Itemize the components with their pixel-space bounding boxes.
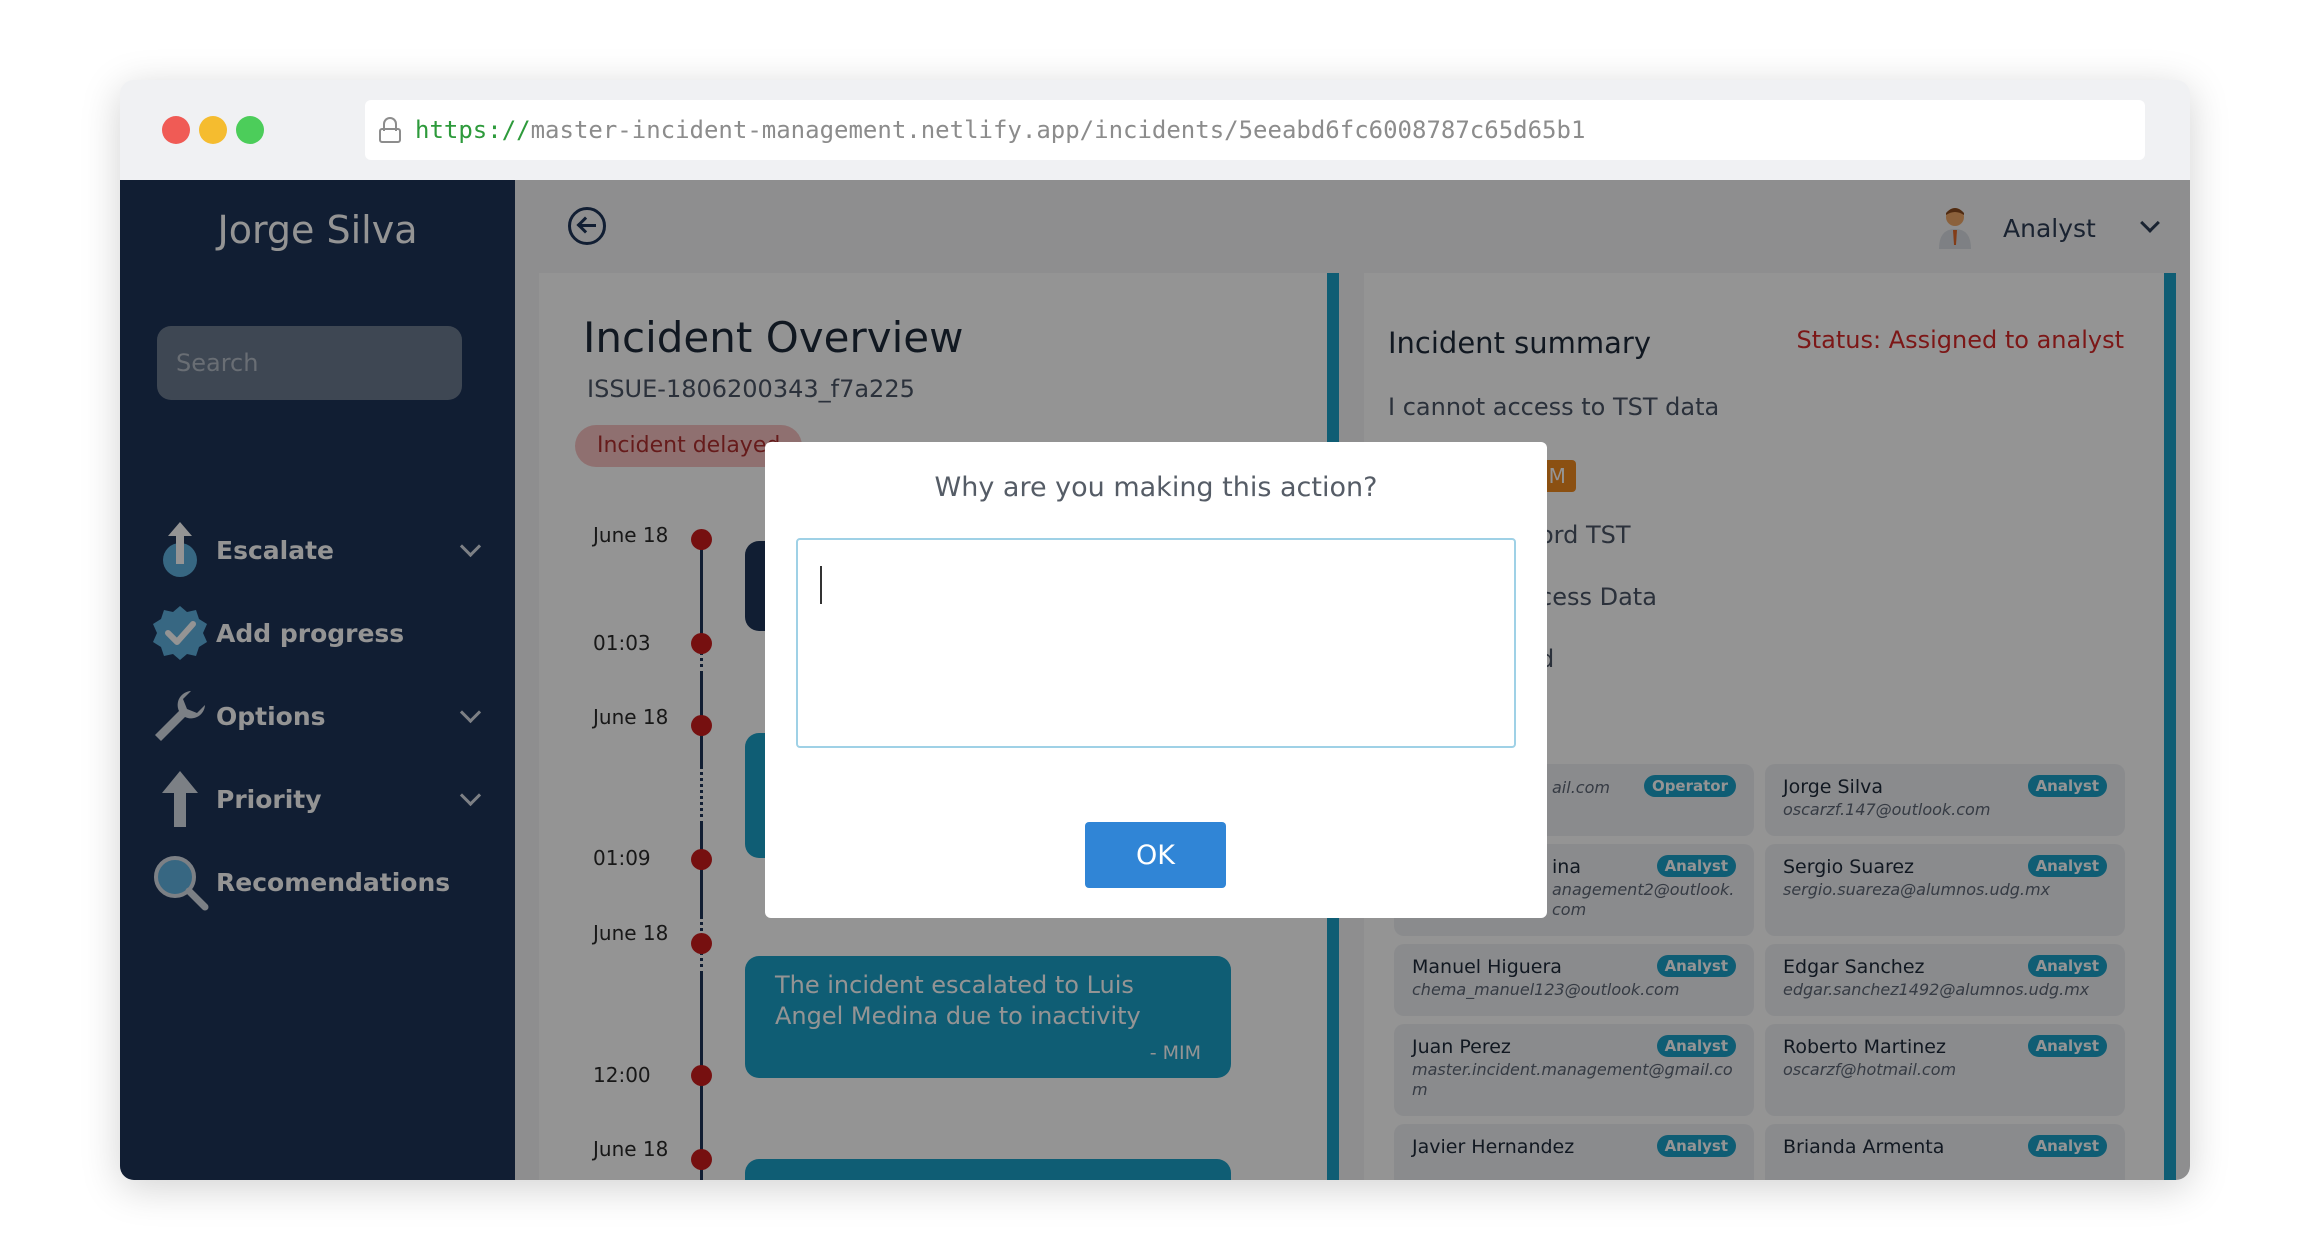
browser-window: https://master-incident-management.netli… [120, 80, 2190, 1180]
lock-icon [379, 117, 401, 143]
dialog-question: Why are you making this action? [934, 472, 1378, 503]
minimize-window-button[interactable] [199, 116, 227, 144]
reason-textarea[interactable] [796, 538, 1516, 748]
ok-button[interactable]: OK [1085, 822, 1226, 888]
close-window-button[interactable] [162, 116, 190, 144]
url-scheme: https:// [415, 116, 531, 144]
text-cursor [820, 566, 822, 604]
address-bar[interactable]: https://master-incident-management.netli… [365, 100, 2145, 160]
reason-dialog: Why are you making this action? OK [765, 442, 1547, 918]
maximize-window-button[interactable] [236, 116, 264, 144]
url-text: https://master-incident-management.netli… [415, 116, 1585, 144]
browser-titlebar: https://master-incident-management.netli… [120, 80, 2190, 180]
url-path: master-incident-management.netlify.app/i… [530, 116, 1586, 144]
